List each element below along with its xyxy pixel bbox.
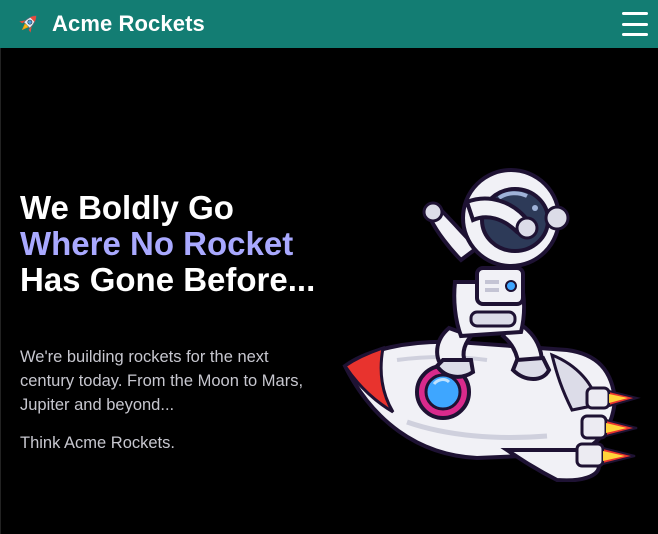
menu-bar-line	[622, 12, 648, 15]
rocket-icon	[19, 15, 37, 33]
rocket-shape	[342, 339, 641, 482]
hero-title-part2: Has Gone Before...	[20, 261, 316, 298]
astronaut-on-rocket-illustration	[342, 168, 641, 482]
hero-title: We Boldly Go Where No Rocket Has Gone Be…	[20, 190, 330, 298]
menu-bar-line	[622, 22, 648, 26]
hero-title-accent: Where No Rocket	[20, 225, 294, 262]
hero-section: We Boldly Go Where No Rocket Has Gone Be…	[0, 48, 658, 534]
brand-link[interactable]: Acme Rockets	[14, 8, 205, 40]
menu-bar-line	[622, 33, 648, 36]
brand-name: Acme Rockets	[52, 11, 205, 36]
hero-title-part1: We Boldly Go	[20, 189, 234, 226]
hero-tagline: Think Acme Rockets.	[20, 434, 175, 452]
top-nav-bar: Acme Rockets	[0, 0, 658, 48]
hamburger-menu-icon[interactable]	[622, 12, 648, 36]
hero-description: We're building rockets for the next cent…	[20, 348, 304, 414]
